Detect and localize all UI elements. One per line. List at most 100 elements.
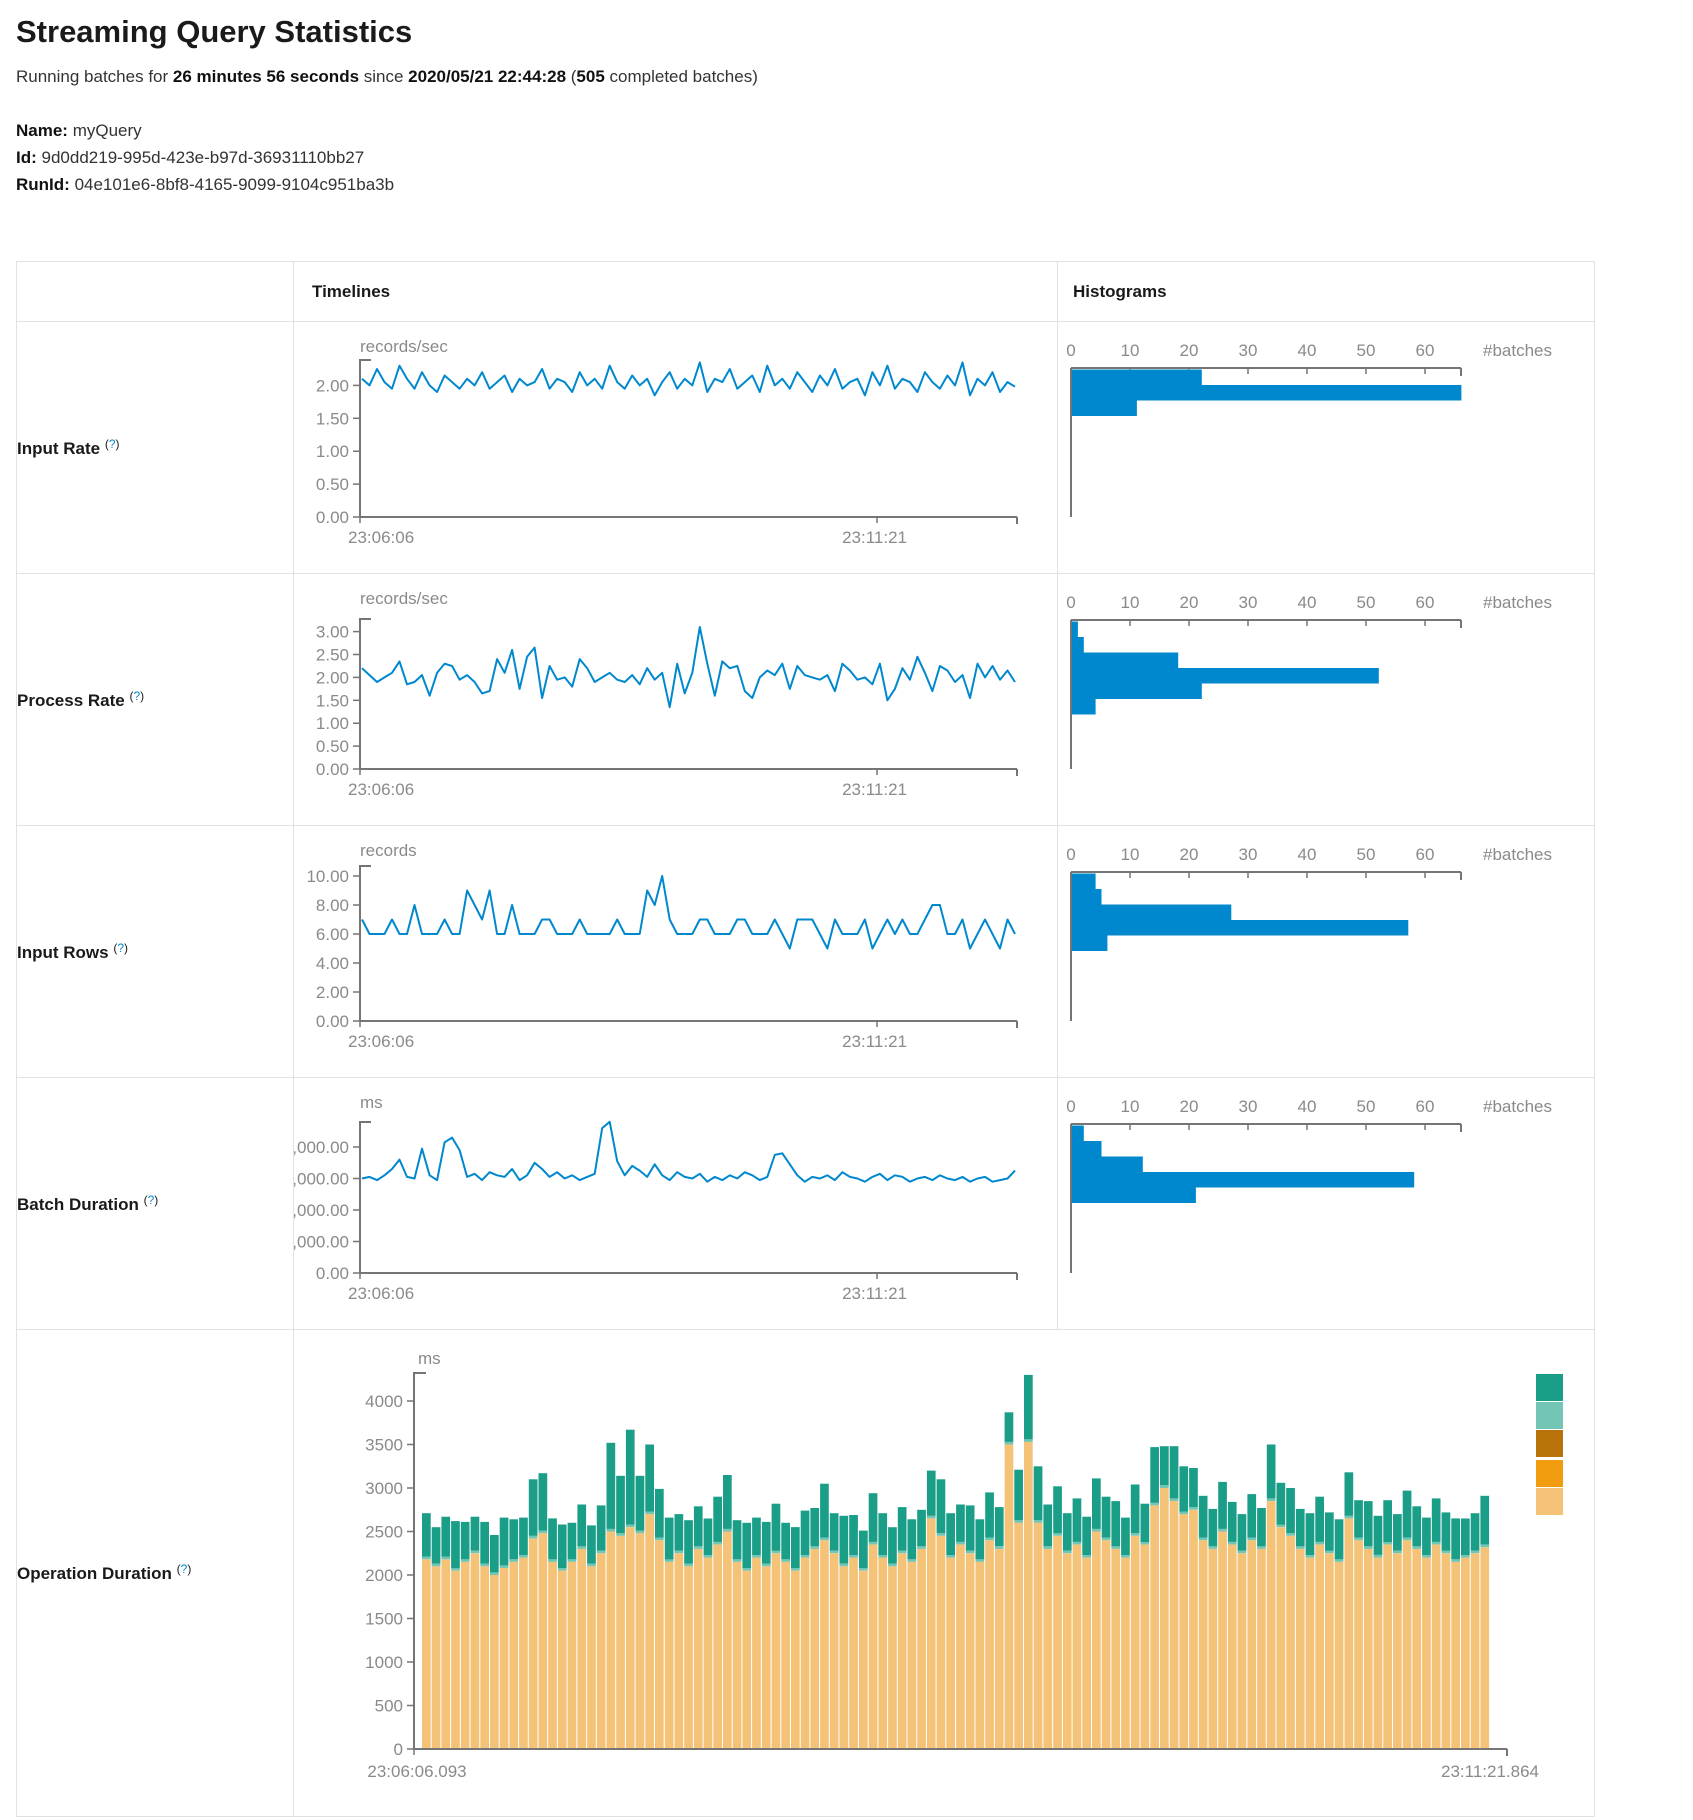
table-row-input-rate: Input Rate (?) records/sec2.001.501.000.… (17, 322, 1595, 574)
svg-text:1500: 1500 (365, 1610, 403, 1629)
svg-text:records/sec: records/sec (360, 589, 448, 608)
input-rows-help-icon[interactable]: (?) (113, 941, 128, 955)
svg-text:50: 50 (1357, 593, 1376, 612)
svg-text:40: 40 (1298, 1097, 1317, 1116)
page: Streaming Query Statistics Running batch… (0, 0, 1693, 1817)
svg-text:50: 50 (1357, 341, 1376, 360)
metric-label-operation-duration: Operation Duration (?) (17, 1330, 294, 1817)
input-rows-histogram-chart: 0102030405060#batches (1058, 826, 1594, 1077)
query-name-value: myQuery (73, 121, 142, 140)
svg-text:23:11:21: 23:11:21 (842, 1032, 907, 1051)
svg-text:50: 50 (1357, 1097, 1376, 1116)
svg-text:0.00: 0.00 (316, 1264, 349, 1283)
svg-text:23:06:06: 23:06:06 (348, 1284, 414, 1303)
svg-text:40: 40 (1298, 593, 1317, 612)
svg-text:4.00: 4.00 (316, 954, 349, 973)
histograms-header: Histograms (1058, 262, 1595, 322)
svg-text:30: 30 (1239, 593, 1258, 612)
input-rate-histogram-chart: 0102030405060#batches (1058, 322, 1594, 573)
svg-text:500: 500 (375, 1697, 403, 1716)
process-rate-timeline-chart: records/sec3.002.502.001.501.000.500.002… (294, 574, 1057, 825)
svg-text:23:11:21: 23:11:21 (842, 1284, 907, 1303)
svg-text:ms: ms (360, 1093, 383, 1112)
svg-text:#batches: #batches (1483, 593, 1552, 612)
svg-text:0: 0 (1066, 845, 1075, 864)
svg-text:23:06:06: 23:06:06 (348, 780, 414, 799)
svg-text:50: 50 (1357, 845, 1376, 864)
input-rate-histogram-cell: 0102030405060#batches (1058, 322, 1595, 574)
legend-swatch (1536, 1430, 1563, 1457)
query-info: Name: myQuery Id: 9d0dd219-995d-423e-b97… (16, 117, 1677, 198)
query-name-label: Name: (16, 121, 68, 140)
table-row-batch-duration: Batch Duration (?) ms4,000.003,000.002,0… (17, 1078, 1595, 1330)
svg-text:20: 20 (1180, 845, 1199, 864)
svg-text:10: 10 (1121, 1097, 1140, 1116)
svg-text:2,000.00: 2,000.00 (294, 1201, 349, 1220)
batch-duration-histogram-chart: 0102030405060#batches (1058, 1078, 1594, 1329)
svg-text:0.00: 0.00 (316, 508, 349, 527)
svg-text:30: 30 (1239, 341, 1258, 360)
batch-duration-help-icon[interactable]: (?) (144, 1193, 159, 1207)
svg-text:#batches: #batches (1483, 1097, 1552, 1116)
svg-text:60: 60 (1416, 593, 1435, 612)
svg-text:20: 20 (1180, 341, 1199, 360)
svg-text:0: 0 (1066, 1097, 1075, 1116)
svg-text:60: 60 (1416, 341, 1435, 360)
svg-text:0: 0 (394, 1740, 403, 1759)
running-duration: 26 minutes 56 seconds (173, 67, 359, 86)
svg-text:#batches: #batches (1483, 845, 1552, 864)
running-batches-summary: Running batches for 26 minutes 56 second… (16, 67, 1677, 87)
svg-text:60: 60 (1416, 1097, 1435, 1116)
svg-text:2000: 2000 (365, 1566, 403, 1585)
batch-duration-timeline-chart: ms4,000.003,000.002,000.001,000.000.0023… (294, 1078, 1057, 1329)
svg-text:0.00: 0.00 (316, 1012, 349, 1031)
svg-text:23:06:06: 23:06:06 (348, 528, 414, 547)
completed-batches-count: 505 (576, 67, 604, 86)
operation-duration-chart-cell: ms4000350030002500200015001000500023:06:… (294, 1330, 1595, 1817)
svg-text:0.50: 0.50 (316, 475, 349, 494)
svg-text:60: 60 (1416, 845, 1435, 864)
svg-text:4,000.00: 4,000.00 (294, 1138, 349, 1157)
svg-text:10.00: 10.00 (306, 867, 349, 886)
table-row-input-rows: Input Rows (?) records10.008.006.004.002… (17, 826, 1595, 1078)
input-rate-help-icon[interactable]: (?) (105, 437, 120, 451)
operation-duration-help-icon[interactable]: (?) (177, 1562, 192, 1576)
svg-text:20: 20 (1180, 593, 1199, 612)
table-row-process-rate: Process Rate (?) records/sec3.002.502.00… (17, 574, 1595, 826)
legend-swatch (1536, 1374, 1563, 1401)
legend-swatch (1536, 1488, 1563, 1515)
svg-text:4000: 4000 (365, 1392, 403, 1411)
svg-text:6.00: 6.00 (316, 925, 349, 944)
svg-text:40: 40 (1298, 341, 1317, 360)
svg-text:0: 0 (1066, 341, 1075, 360)
svg-text:3500: 3500 (365, 1436, 403, 1455)
summary-prefix: Running batches for (16, 67, 173, 86)
input-rows-timeline-chart: records10.008.006.004.002.000.0023:06:06… (294, 826, 1057, 1077)
empty-header-cell (17, 262, 294, 322)
metric-label-input-rate: Input Rate (?) (17, 322, 294, 574)
query-id-line: Id: 9d0dd219-995d-423e-b97d-36931110bb27 (16, 144, 1677, 171)
svg-text:23:11:21: 23:11:21 (842, 780, 907, 799)
input-rows-histogram-cell: 0102030405060#batches (1058, 826, 1595, 1078)
svg-text:1.00: 1.00 (316, 442, 349, 461)
query-id-value: 9d0dd219-995d-423e-b97d-36931110bb27 (42, 148, 365, 167)
svg-text:10: 10 (1121, 845, 1140, 864)
operation-duration-stacked-chart: ms4000350030002500200015001000500023:06:… (294, 1330, 1594, 1816)
input-rate-timeline-cell: records/sec2.001.501.000.500.0023:06:062… (294, 322, 1058, 574)
svg-text:1000: 1000 (365, 1653, 403, 1672)
svg-text:2500: 2500 (365, 1523, 403, 1542)
svg-text:23:11:21.864: 23:11:21.864 (1441, 1762, 1539, 1781)
query-runid-value: 04e101e6-8bf8-4165-9099-9104c951ba3b (75, 175, 395, 194)
svg-text:8.00: 8.00 (316, 896, 349, 915)
input-rows-timeline-cell: records10.008.006.004.002.000.0023:06:06… (294, 826, 1058, 1078)
process-rate-help-icon[interactable]: (?) (129, 689, 144, 703)
legend-swatch (1536, 1460, 1563, 1487)
summary-since: since (359, 67, 408, 86)
svg-text:1,000.00: 1,000.00 (294, 1233, 349, 1252)
query-name-line: Name: myQuery (16, 117, 1677, 144)
svg-text:3.00: 3.00 (316, 623, 349, 642)
svg-text:30: 30 (1239, 845, 1258, 864)
svg-text:1.00: 1.00 (316, 714, 349, 733)
svg-text:20: 20 (1180, 1097, 1199, 1116)
metric-label-input-rows: Input Rows (?) (17, 826, 294, 1078)
